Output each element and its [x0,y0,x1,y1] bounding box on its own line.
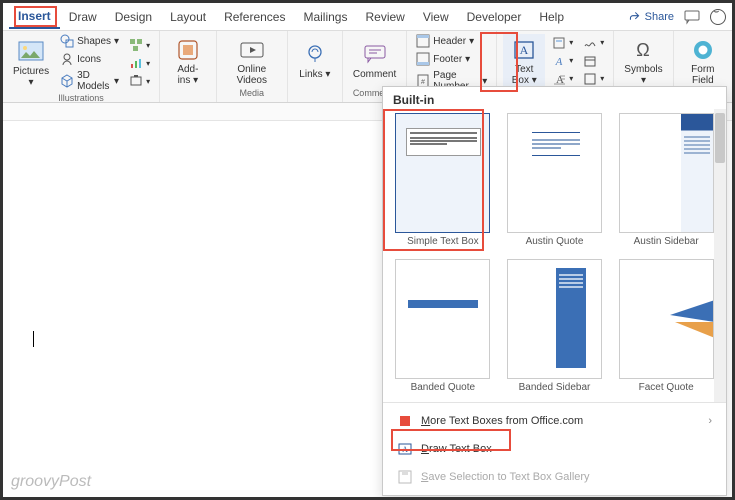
group-label-illustrations: Illustrations [58,93,104,105]
screenshot-icon [129,74,143,88]
footer-button[interactable]: Footer ▾ [413,51,490,67]
link-icon [303,44,327,66]
icons-button[interactable]: Icons [57,51,122,67]
signature-icon [583,36,597,50]
tab-view[interactable]: View [414,6,458,28]
save-selection-menu: Save Selection to Text Box Gallery [383,463,726,491]
form-field-button[interactable]: Form Field [680,34,726,88]
gallery-grid: Simple Text Box Austin Quote Austin Side… [383,109,726,402]
smartart-button[interactable]: ▾ [126,37,153,53]
omega-icon: Ω [631,39,655,61]
chart-button[interactable]: ▾ [126,55,153,71]
header-button[interactable]: Header ▾ [413,33,490,49]
3d-models-button[interactable]: 3D Models ▾ [57,69,122,93]
quickparts-icon [552,36,566,50]
chart-icon [129,56,143,70]
share-icon [628,10,641,23]
gallery-item-facet-quote[interactable]: Facet Quote [614,259,718,399]
comments-icon[interactable] [684,9,700,25]
tab-insert[interactable]: Insert [9,5,60,29]
tab-draw[interactable]: Draw [60,6,106,28]
screenshot-button[interactable]: ▾ [126,73,153,89]
tab-help[interactable]: Help [530,6,573,28]
pictures-icon [18,41,44,63]
share-label: Share [645,11,674,23]
wordart-icon: A [552,54,566,68]
text-cursor [33,331,34,347]
group-label-links [314,88,317,100]
group-links: Links ▾ [288,31,343,102]
more-textboxes-menu[interactable]: More Text Boxes from Office.com › [383,407,726,435]
gallery-scrollbar[interactable] [714,109,726,402]
formfield-icon [691,38,715,62]
pictures-button[interactable]: Pictures ▾ [9,36,53,90]
group-label-addins [187,88,190,100]
gallery-item-simple-text-box[interactable]: Simple Text Box [391,113,495,253]
comment-button[interactable]: Comment [349,39,400,82]
cube-icon [60,74,74,88]
text-box-button[interactable]: A Text Box ▾ [503,34,545,88]
datetime-button[interactable] [580,53,607,69]
wordart-button[interactable]: A▾ [549,53,576,69]
addins-button[interactable]: Add- ins ▾ [166,34,210,88]
textbox-icon: A [512,39,536,61]
svg-text:A: A [402,445,408,454]
quickparts-button[interactable]: ▾ [549,35,576,51]
icons-icon [60,52,74,66]
online-videos-button[interactable]: Online Videos [223,34,281,88]
dropcap-button[interactable]: A▾ [549,71,576,87]
signature-button[interactable]: ▾ [580,35,607,51]
gallery-item-austin-quote[interactable]: Austin Quote [503,113,607,253]
dropcap-icon: A [552,72,566,86]
draw-textbox-icon: A [397,441,413,457]
symbols-button[interactable]: Ω Symbols ▾ [620,34,666,88]
group-label-media: Media [240,88,265,100]
tab-mailings[interactable]: Mailings [294,6,356,28]
video-icon [239,39,265,61]
tab-layout[interactable]: Layout [161,6,215,28]
tab-review[interactable]: Review [356,6,413,28]
links-button[interactable]: Links ▾ [294,39,336,82]
save-icon [397,469,413,485]
gallery-item-banded-sidebar[interactable]: Banded Sidebar [503,259,607,399]
textbox-gallery: Built-in Simple Text Box Austin Quote Au… [382,86,727,496]
svg-text:#: # [421,79,425,86]
footer-icon [416,52,430,66]
gallery-footer: More Text Boxes from Office.com › A Draw… [383,402,726,495]
gallery-heading: Built-in [383,87,726,109]
feedback-icon[interactable] [710,9,726,25]
ribbon-tabs: Insert Draw Design Layout References Mai… [3,3,732,31]
group-media: Online Videos Media [217,31,288,102]
office-icon [397,413,413,429]
tab-developer[interactable]: Developer [458,6,531,28]
tab-design[interactable]: Design [106,6,161,28]
object-button[interactable]: ▾ [580,71,607,87]
gallery-item-banded-quote[interactable]: Banded Quote [391,259,495,399]
svg-text:Ω: Ω [637,40,650,60]
draw-textbox-menu[interactable]: A Draw Text Box [383,435,726,463]
group-addins: Add- ins ▾ [160,31,217,102]
chevron-right-icon: › [708,415,712,427]
word-window: Insert Draw Design Layout References Mai… [0,0,735,500]
object-icon [583,72,597,86]
smartart-icon [129,38,143,52]
header-icon [416,34,430,48]
gallery-item-austin-sidebar[interactable]: Austin Sidebar [614,113,718,253]
shapes-icon [60,34,74,48]
svg-text:A: A [520,43,529,57]
comment-icon [363,44,387,66]
watermark: groovyPost [11,473,91,491]
tab-references[interactable]: References [215,6,294,28]
datetime-icon [583,54,597,68]
addins-icon [176,38,200,62]
group-illustrations: Pictures ▾ Shapes ▾ Icons 3D Models ▾ ▾ … [3,31,160,102]
share-button[interactable]: Share [628,10,674,23]
svg-text:A: A [555,56,563,68]
shapes-button[interactable]: Shapes ▾ [57,33,122,49]
